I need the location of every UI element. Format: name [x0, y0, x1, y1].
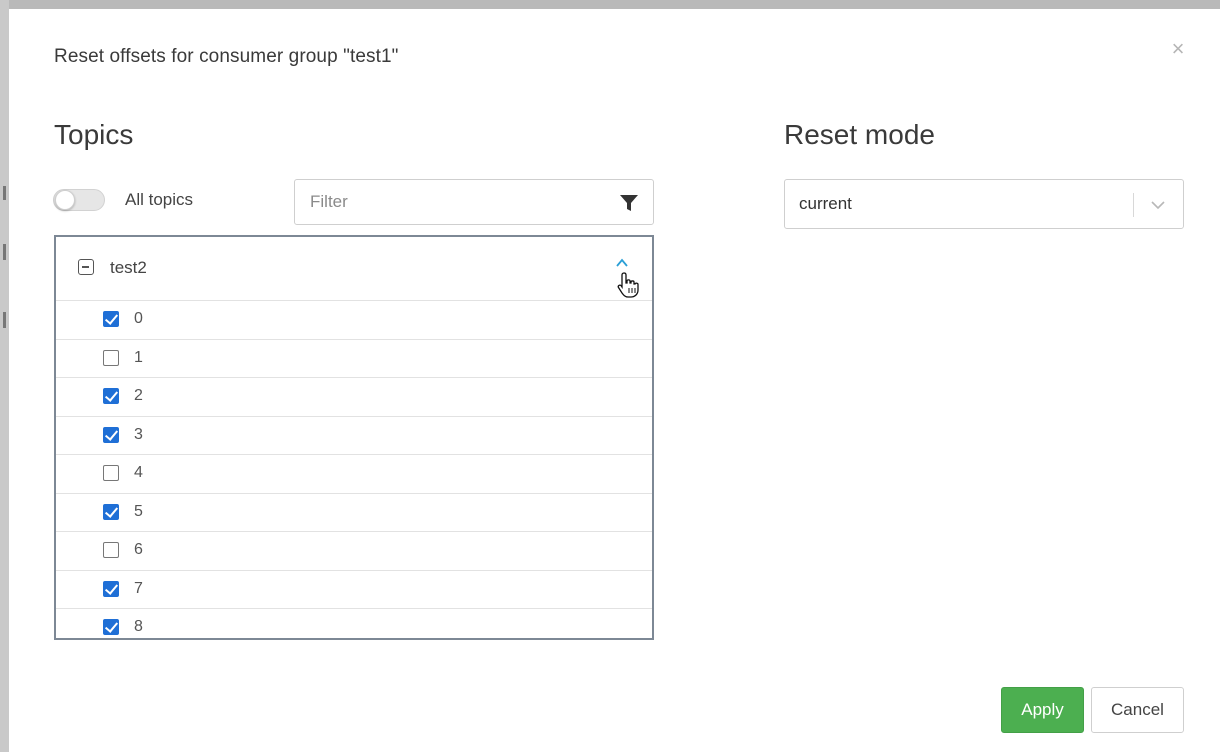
partition-label: 5 — [134, 502, 143, 520]
filter-field — [294, 179, 654, 225]
partition-checkbox[interactable] — [103, 388, 119, 404]
chevron-down-icon[interactable] — [1147, 194, 1169, 216]
partition-row[interactable]: 0 — [56, 301, 652, 340]
partition-label: 3 — [134, 425, 143, 443]
chevron-up-icon[interactable] — [613, 256, 631, 270]
all-topics-label: All topics — [125, 190, 194, 209]
filter-icon[interactable] — [619, 193, 639, 213]
partition-row[interactable]: 2 — [56, 378, 652, 417]
partition-list: 0 1 2 3 4 5 6 7 8 — [56, 301, 652, 638]
partition-checkbox[interactable] — [103, 503, 119, 520]
partition-checkbox[interactable] — [103, 542, 119, 558]
select-separator — [1133, 193, 1134, 217]
partition-label: 1 — [134, 348, 143, 366]
filter-input[interactable] — [296, 181, 606, 223]
reset-offsets-dialog: Reset offsets for consumer group "test1"… — [9, 9, 1220, 752]
topics-heading: Topics — [54, 119, 134, 150]
reset-mode-heading: Reset mode — [784, 119, 935, 150]
partition-label: 8 — [134, 618, 143, 635]
partition-label: 7 — [134, 579, 143, 597]
partition-checkbox[interactable] — [103, 580, 119, 597]
background-page-edge — [0, 0, 9, 752]
minus-square-icon[interactable] — [78, 259, 94, 275]
background-mark — [3, 186, 6, 200]
background-mark — [3, 312, 6, 328]
reset-mode-value: current — [799, 194, 852, 213]
reset-mode-select[interactable]: current — [784, 179, 1184, 229]
apply-button[interactable]: Apply — [1001, 687, 1084, 733]
partition-label: 0 — [134, 310, 143, 327]
partition-checkbox[interactable] — [103, 349, 119, 366]
partition-checkbox[interactable] — [103, 311, 119, 327]
partition-row[interactable]: 3 — [56, 417, 652, 455]
topic-header: test2 — [56, 237, 652, 301]
partition-checkbox[interactable] — [103, 619, 119, 635]
partition-checkbox[interactable] — [103, 465, 119, 481]
topic-name: test2 — [110, 258, 147, 277]
close-icon: × — [1171, 36, 1185, 61]
all-topics-toggle[interactable] — [53, 189, 105, 211]
partition-row[interactable]: 7 — [56, 571, 652, 609]
partition-label: 2 — [134, 387, 143, 404]
dialog-title: Reset offsets for consumer group "test1" — [54, 46, 399, 67]
hand-cursor-icon — [617, 272, 639, 298]
partition-label: 6 — [134, 541, 143, 558]
partition-row[interactable]: 1 — [56, 340, 652, 378]
partition-row[interactable]: 5 — [56, 494, 652, 532]
toggle-knob — [55, 190, 75, 210]
background-mark — [3, 244, 6, 260]
partition-checkbox[interactable] — [103, 426, 119, 443]
background-page-top — [0, 0, 1220, 9]
partition-label: 4 — [134, 464, 143, 481]
close-button[interactable]: × — [1166, 37, 1190, 61]
partition-row[interactable]: 8 — [56, 609, 652, 638]
partition-row[interactable]: 6 — [56, 532, 652, 571]
cancel-button[interactable]: Cancel — [1091, 687, 1184, 733]
partition-row[interactable]: 4 — [56, 455, 652, 494]
topics-tree: test2 0 1 2 3 4 5 6 7 8 — [54, 235, 654, 640]
